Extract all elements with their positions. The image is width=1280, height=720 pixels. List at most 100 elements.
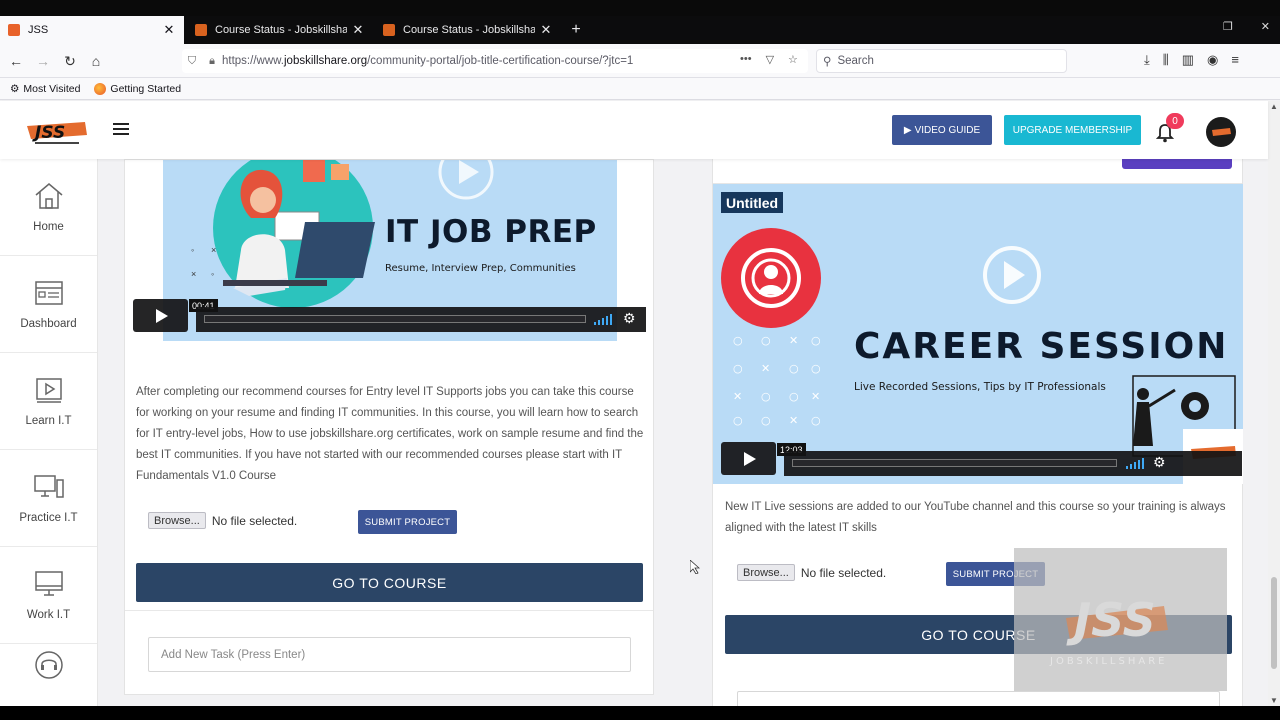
add-task-input[interactable]: Add New Task (Press Enter): [148, 637, 631, 672]
page-scrollbar[interactable]: ▲ ▼: [1268, 101, 1280, 706]
sidebar-item-learn-it[interactable]: Learn I.T: [0, 353, 97, 450]
browser-tab-course-status[interactable]: Course Status - Jobskillshare.or ✕: [187, 16, 373, 44]
sidebar-item-label: Learn I.T: [25, 415, 72, 427]
download-icon[interactable]: ⤓: [1144, 52, 1150, 68]
hamburger-menu-icon[interactable]: [113, 123, 129, 135]
avatar[interactable]: [1206, 117, 1236, 147]
shield-icon: ⛉: [187, 54, 197, 67]
jss-watermark: JSS JOBSKILLSHARE: [1014, 548, 1227, 691]
svg-text:◦: ◦: [211, 269, 214, 279]
browser-tab-jss[interactable]: JSS ✕: [0, 16, 184, 44]
menu-icon[interactable]: ≡: [1231, 52, 1239, 68]
site-header: JSS ▶ VIDEO GUIDE UPGRADE MEMBERSHIP 0: [0, 101, 1268, 159]
browse-button[interactable]: Browse...: [148, 512, 206, 529]
reload-icon[interactable]: ↻: [59, 50, 81, 72]
video-settings-gear-icon[interactable]: ⚙: [1153, 454, 1166, 471]
svg-text:○: ○: [811, 334, 821, 347]
course-description: New IT Live sessions are added to our Yo…: [725, 501, 1226, 534]
home-icon[interactable]: ⌂: [85, 50, 107, 72]
sidebar-item-practice-it[interactable]: Practice I.T: [0, 450, 97, 547]
sidebar-item-dashboard[interactable]: Dashboard: [0, 256, 97, 353]
video-progress-bar[interactable]: ⚙: [196, 307, 646, 332]
scroll-up-icon[interactable]: ▲: [1268, 102, 1280, 111]
browser-tab-course-status-2[interactable]: Course Status - Jobskillshare.or ✕: [375, 16, 561, 44]
file-upload[interactable]: Browse... No file selected.: [148, 512, 297, 529]
watermark-brand-text: JOBSKILLSHARE: [1049, 656, 1167, 667]
restore-window-icon[interactable]: ❐: [1223, 20, 1233, 33]
scrollbar-thumb[interactable]: [1271, 577, 1277, 669]
jss-logo[interactable]: JSS: [25, 117, 89, 147]
bookmark-star-icon[interactable]: ☆: [788, 53, 798, 66]
tab-title: Course Status - Jobskillshare.or: [403, 24, 535, 36]
scroll-down-icon[interactable]: ▼: [1268, 696, 1280, 705]
browse-button[interactable]: Browse...: [737, 564, 795, 581]
account-icon[interactable]: ◉: [1207, 52, 1218, 68]
play-button[interactable]: [721, 442, 776, 475]
bookmark-most-visited[interactable]: ⚙ Most Visited: [10, 83, 80, 95]
svg-text:○: ○: [811, 362, 821, 375]
video-guide-button[interactable]: ▶ VIDEO GUIDE: [892, 115, 992, 145]
bookmark-label: Most Visited: [23, 82, 81, 95]
sidebar-item-label: Dashboard: [20, 318, 77, 330]
svg-text:○: ○: [733, 334, 743, 347]
play-icon: [155, 308, 168, 323]
svg-text:○: ○: [733, 414, 743, 427]
course-description: After completing our recommend courses f…: [136, 386, 644, 482]
svg-text:○: ○: [733, 362, 743, 375]
upgrade-membership-button[interactable]: UPGRADE MEMBERSHIP: [1004, 115, 1141, 145]
play-button[interactable]: [133, 299, 188, 332]
svg-text:◦: ◦: [191, 245, 194, 255]
tab-title: Course Status - Jobskillshare.or: [215, 24, 347, 36]
jss-favicon-icon: [383, 24, 395, 36]
monitor-icon: [34, 571, 63, 596]
logo-text: JSS: [32, 123, 65, 143]
video-title: CAREER SESSION: [854, 326, 1229, 367]
svg-text:✕: ✕: [789, 334, 798, 347]
video-guide-label: VIDEO GUIDE: [914, 124, 981, 136]
jss-favicon-icon: [195, 24, 207, 36]
mouse-cursor-icon: [690, 560, 700, 574]
volume-icon[interactable]: [1126, 457, 1146, 469]
page-actions-icon[interactable]: •••: [740, 53, 752, 66]
back-arrow-icon[interactable]: ←: [5, 50, 27, 72]
sidebar-item-label: Practice I.T: [19, 512, 78, 524]
play-icon: [743, 451, 756, 466]
dashboard-icon: [34, 281, 63, 305]
sidebar-item-work-it[interactable]: Work I.T: [0, 547, 97, 644]
svg-text:○: ○: [811, 414, 821, 427]
close-tab-icon[interactable]: ✕: [539, 22, 553, 38]
close-tab-icon[interactable]: ✕: [162, 22, 176, 38]
pocket-icon[interactable]: ▽: [766, 53, 774, 66]
video-subtitle: Resume, Interview Prep, Communities: [385, 263, 576, 274]
volume-icon[interactable]: [594, 313, 614, 325]
search-input[interactable]: ⚲ Search: [816, 49, 1067, 73]
progress-track[interactable]: [204, 315, 586, 323]
video-thumbnail[interactable]: ○ ○ ✕ ○ ○ ✕ ○ ○ ✕ ○ ○ ✕ ○ ○ ✕ ○ Untitled CAREER SESS…: [713, 184, 1243, 484]
svg-text:○: ○: [761, 414, 771, 427]
headset-icon: [34, 651, 63, 679]
url-bar[interactable]: ⛉ 🔒︎ https://www. jobskillshare.org/commu…: [182, 49, 808, 73]
search-icon: ⚲: [823, 56, 832, 68]
sidebar-item-label: Home: [33, 221, 64, 233]
submit-project-button[interactable]: SUBMIT PROJECT: [358, 510, 457, 534]
tab-title: JSS: [28, 24, 49, 36]
header-action-button[interactable]: [1122, 159, 1232, 169]
go-to-course-button[interactable]: GO TO COURSE: [136, 563, 643, 602]
library-icon[interactable]: ⫼: [1163, 52, 1169, 68]
svg-text:✕: ✕: [789, 414, 798, 427]
jss-favicon-icon: [8, 24, 20, 36]
forward-arrow-icon[interactable]: →: [32, 50, 54, 72]
file-upload[interactable]: Browse... No file selected.: [737, 564, 886, 581]
progress-track[interactable]: [792, 459, 1117, 467]
left-sidebar: Home Dashboard Learn I.T Practice I.T Wo…: [0, 159, 98, 706]
new-tab-button[interactable]: +: [566, 16, 586, 44]
bookmark-getting-started[interactable]: Getting Started: [94, 82, 181, 95]
sidebar-toggle-icon[interactable]: ▥: [1182, 52, 1194, 68]
video-settings-gear-icon[interactable]: ⚙: [623, 310, 636, 327]
firefox-icon: [94, 82, 107, 95]
screen-top-edge: [0, 0, 1280, 16]
close-tab-icon[interactable]: ✕: [351, 22, 365, 38]
close-window-icon[interactable]: ✕: [1261, 20, 1270, 33]
video-progress-bar[interactable]: ⚙: [784, 451, 1242, 476]
sidebar-item-home[interactable]: Home: [0, 159, 97, 256]
